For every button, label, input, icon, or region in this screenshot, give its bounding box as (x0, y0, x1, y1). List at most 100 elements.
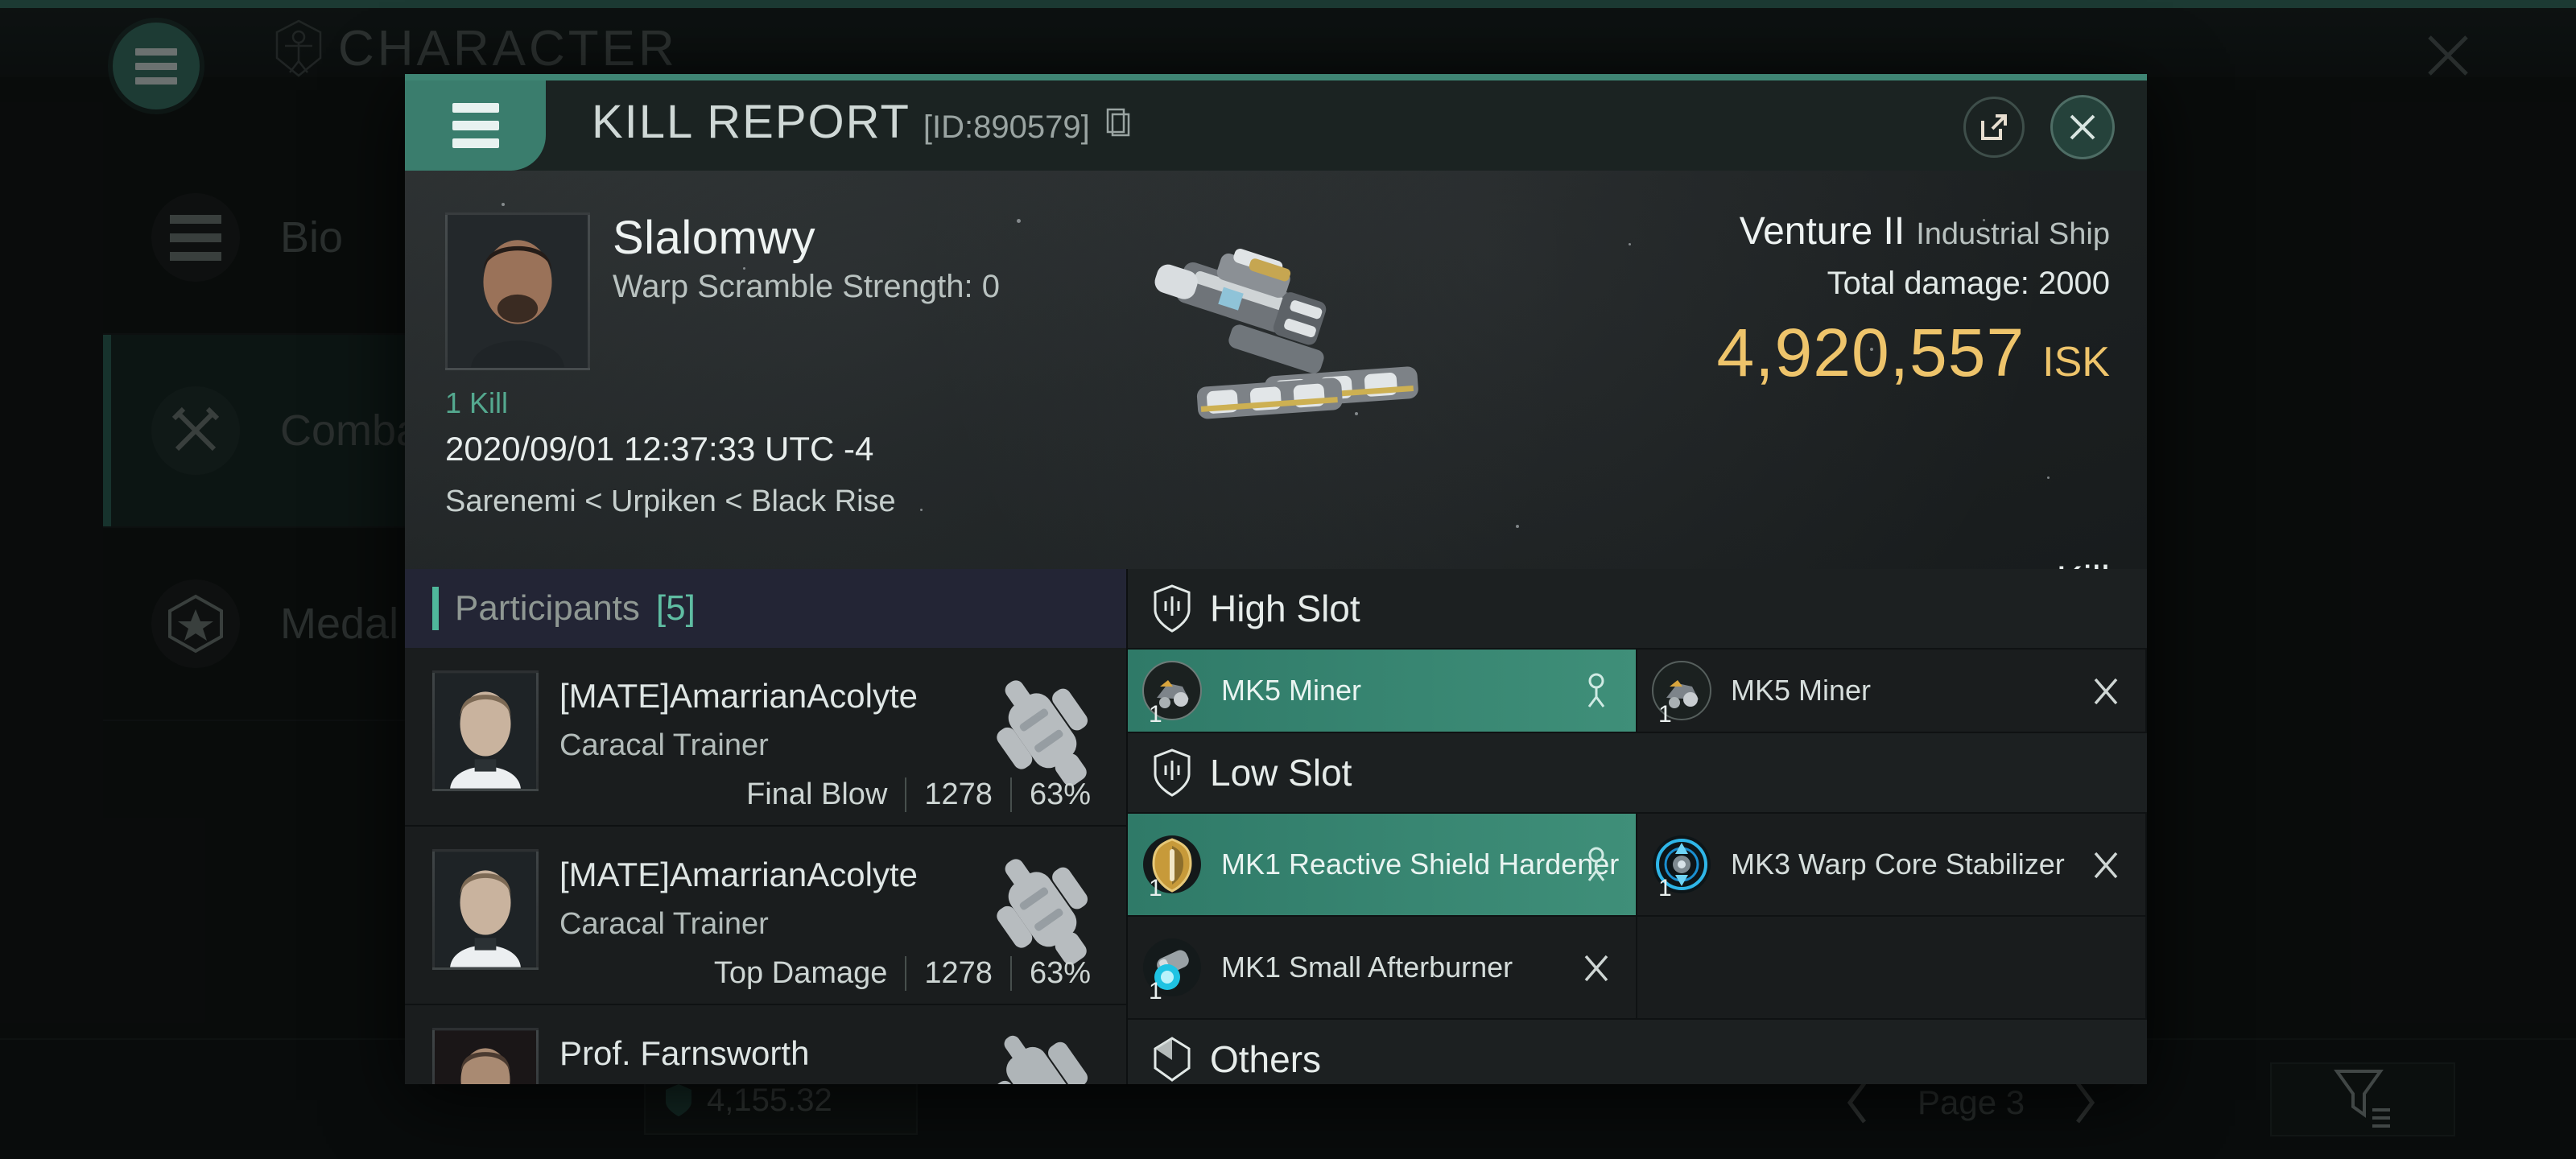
modal-menu-button[interactable] (405, 80, 546, 171)
participant-row[interactable]: [MATE]AmarrianAcolyte Caracal Trainer (405, 827, 1126, 1005)
caracal-navy-ship-silhouette (993, 1035, 1088, 1084)
section-header-high-slot: High Slot (1128, 569, 2147, 650)
mining-laser-icon: 1 (1141, 659, 1203, 728)
fitting-item[interactable]: 1 MK1 Small Afterburner (1128, 917, 1637, 1020)
item-quantity: 1 (1149, 978, 1162, 1004)
participant-name: [MATE]AmarrianAcolyte (559, 856, 918, 893)
total-damage-value: 2000 (2038, 266, 2110, 301)
victim-ship-name: Venture II (1739, 210, 1905, 253)
modal-header: KILL REPORT [ID:890579] (405, 80, 2147, 171)
close-modal-button[interactable] (2050, 95, 2115, 159)
result-tag: Kill (2056, 557, 2110, 569)
total-damage: Total damage: 2000 (1827, 266, 2110, 302)
mining-laser-icon: 1 (1650, 659, 1713, 728)
kill-location: Sarenemi < Urpiken < Black Rise (445, 485, 896, 518)
participant-ship: Caracal Trainer (559, 907, 769, 941)
victim-name: Slalomwy (613, 212, 816, 264)
section-title: High Slot (1210, 588, 1360, 629)
item-name: MK5 Miner (1221, 674, 1362, 707)
participant-stats: Top Damage 1278 63% (696, 956, 1108, 991)
venture-ship-render (1154, 249, 1418, 419)
accent-bar (432, 587, 439, 630)
isk-value-group: 4,920,557 ISK (1716, 314, 2110, 392)
destroyed-x-icon[interactable] (2091, 847, 2121, 882)
cargo-box-icon (1154, 1037, 1191, 1082)
participant-name: Prof. Farnsworth (559, 1034, 810, 1072)
section-title: Others (1210, 1038, 1322, 1080)
fitting-item[interactable]: 1 MK5 Miner (1128, 650, 1637, 733)
avatar (432, 849, 539, 970)
slot-row: 1 MK1 Reactive Shield Hardener 1 MK3 War… (1128, 814, 2147, 917)
destroyed-x-icon[interactable] (2091, 673, 2121, 708)
slot-shield-icon (1154, 749, 1191, 797)
participant-row[interactable]: [MATE]AmarrianAcolyte Caracal Trainer (405, 648, 1126, 827)
fitting-item[interactable]: 1 MK5 Miner (1637, 650, 2147, 733)
fitting-item-empty (1637, 917, 2147, 1020)
dropped-person-icon[interactable] (1581, 847, 1612, 882)
character-portrait (435, 1030, 536, 1084)
fitting-panel: High Slot 1 MK5 Miner 1 MK5 Miner Low Sl… (1128, 569, 2147, 1084)
kill-timestamp: 2020/09/01 12:37:33 UTC -4 (445, 430, 874, 468)
participant-row[interactable]: Prof. Farnsworth Caracal Navy Issue (405, 1005, 1126, 1084)
dropped-person-icon[interactable] (1581, 673, 1612, 708)
kill-report-id: [ID:890579] (923, 109, 1090, 145)
slot-shield-icon (1154, 584, 1191, 633)
participant-stat-label: Final Blow (746, 777, 888, 811)
isk-value: 4,920,557 (1716, 315, 2025, 390)
participants-header: Participants [5] (405, 569, 1126, 648)
hamburger-icon (452, 121, 499, 130)
warp-scramble-strength: Warp Scramble Strength: 0 (613, 269, 1000, 304)
item-quantity: 1 (1658, 875, 1672, 901)
section-header-low-slot: Low Slot (1128, 733, 2147, 814)
participants-count: [5] (655, 588, 696, 628)
modal-title: KILL REPORT (592, 96, 910, 148)
external-link-icon (1981, 114, 2007, 140)
modal-top-accent (405, 74, 2147, 80)
participant-ship: Caracal Trainer (559, 728, 769, 762)
item-quantity: 1 (1149, 875, 1162, 901)
item-name: MK1 Reactive Shield Hardener (1221, 848, 1620, 881)
section-header-others: Others (1128, 1020, 2147, 1084)
victim-ship-group: Venture II Industrial Ship (1740, 209, 2110, 254)
item-quantity: 1 (1658, 701, 1672, 728)
close-icon (2070, 114, 2095, 140)
participant-percent: 63% (1009, 777, 1108, 812)
kill-summary-hero: Slalomwy Warp Scramble Strength: 0 1 Kil… (405, 171, 2147, 569)
section-title: Low Slot (1210, 752, 1352, 794)
avatar (432, 670, 539, 791)
participant-damage: 1278 (905, 777, 1010, 812)
character-portrait (448, 215, 588, 368)
character-portrait (435, 673, 536, 789)
destroyed-x-icon[interactable] (1581, 950, 1612, 985)
participant-stat-label: Top Damage (713, 956, 888, 990)
modal-title-group: KILL REPORT [ID:890579] (592, 95, 1130, 149)
hamburger-icon (452, 103, 499, 113)
isk-unit: ISK (2042, 339, 2110, 386)
victim-ship-class: Industrial Ship (1916, 217, 2110, 251)
participants-panel: Participants [5] [MATE]AmarrianAcolyte C… (405, 569, 1128, 1084)
shield-hardener-icon: 1 (1141, 833, 1203, 901)
item-name: MK3 Warp Core Stabilizer (1731, 848, 2065, 881)
share-button[interactable] (1963, 97, 2025, 158)
participant-damage: 1278 (905, 956, 1010, 991)
fitting-item[interactable]: 1 MK3 Warp Core Stabilizer (1637, 814, 2147, 917)
character-portrait (435, 852, 536, 967)
slot-row: 1 MK5 Miner 1 MK5 Miner (1128, 650, 2147, 733)
victim-portrait[interactable] (445, 212, 590, 370)
kill-count: 1 Kill (445, 386, 509, 419)
afterburner-icon: 1 (1141, 936, 1203, 1004)
participant-percent: 63% (1009, 956, 1108, 991)
hamburger-icon (452, 138, 499, 148)
copy-icon[interactable] (1106, 108, 1130, 137)
item-name: MK5 Miner (1731, 674, 1872, 707)
slot-row: 1 MK1 Small Afterburner (1128, 917, 2147, 1020)
participant-name: [MATE]AmarrianAcolyte (559, 677, 918, 715)
fitting-item[interactable]: 1 MK1 Reactive Shield Hardener (1128, 814, 1637, 917)
kill-report-modal: KILL REPORT [ID:890579] Slalomwy Warp Sc… (405, 74, 2147, 1084)
participant-stats: Final Blow 1278 63% (729, 777, 1108, 812)
total-damage-label: Total damage: (1827, 266, 2029, 301)
warp-core-icon: 1 (1650, 833, 1713, 901)
participants-label: Participants (455, 588, 640, 628)
item-quantity: 1 (1149, 701, 1162, 728)
avatar (432, 1028, 539, 1084)
